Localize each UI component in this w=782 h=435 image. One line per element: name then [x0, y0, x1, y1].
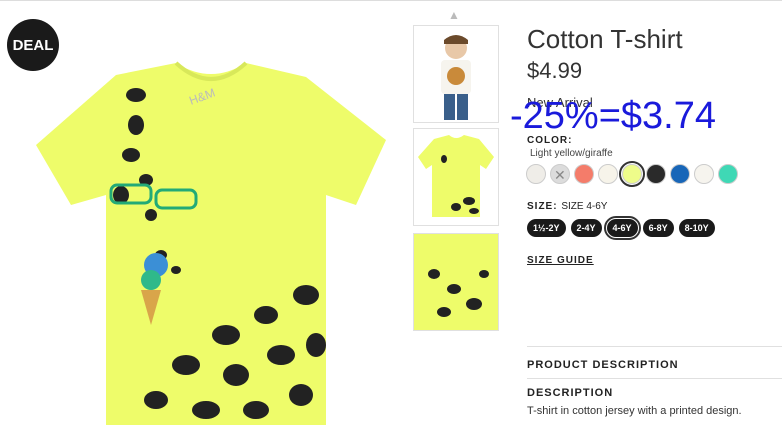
description-text: T-shirt in cotton jersey with a printed … [527, 405, 742, 417]
swatch-turquoise[interactable] [718, 164, 738, 184]
swatch-black[interactable] [646, 164, 666, 184]
color-selected-name: Light yellow/giraffe [530, 148, 613, 159]
size-options: 1½-2Y 2-4Y 4-6Y 6-8Y 8-10Y [527, 216, 715, 240]
size-option-8-10y[interactable]: 8-10Y [678, 219, 715, 237]
product-description-heading[interactable]: PRODUCT DESCRIPTION [527, 359, 679, 371]
size-option-2-4y[interactable]: 2-4Y [570, 219, 602, 237]
swatch-blue[interactable] [670, 164, 690, 184]
size-option-4-6y[interactable]: 4-6Y [603, 216, 641, 240]
unavailable-icon: ✕ [554, 167, 566, 183]
size-guide-link[interactable]: SIZE GUIDE [527, 255, 594, 266]
size-option-1-5-2y[interactable]: 1½-2Y [527, 219, 566, 237]
swatch-coral[interactable] [574, 164, 594, 184]
thumbnail-detail[interactable] [413, 233, 499, 331]
swatch-grey-pattern[interactable]: ✕ [550, 164, 570, 184]
size-label: SIZE: SIZE 4-6Y [527, 201, 608, 212]
thumbnail-front[interactable] [413, 128, 499, 226]
color-label: COLOR: [527, 135, 573, 146]
thumbnail-boy[interactable] [413, 25, 499, 123]
size-option-6-8y[interactable]: 6-8Y [642, 219, 674, 237]
swatch-off-white[interactable] [526, 164, 546, 184]
divider [527, 346, 782, 347]
description-label: DESCRIPTION [527, 387, 614, 399]
color-swatches: ✕ [526, 161, 738, 187]
size-selected: SIZE 4-6Y [561, 201, 608, 212]
divider [527, 378, 782, 379]
product-price: $4.99 [527, 58, 583, 83]
top-divider [0, 0, 782, 5]
chevron-up-icon[interactable]: ▲ [448, 8, 460, 22]
main-product-image[interactable]: H&M [26, 55, 396, 435]
swatch-white[interactable] [694, 164, 714, 184]
swatch-cream[interactable] [598, 164, 618, 184]
swatch-light-yellow[interactable] [619, 161, 645, 187]
product-title: Cotton T-shirt [527, 24, 683, 54]
deal-price-annotation: -25%=$3.74 [510, 95, 716, 137]
